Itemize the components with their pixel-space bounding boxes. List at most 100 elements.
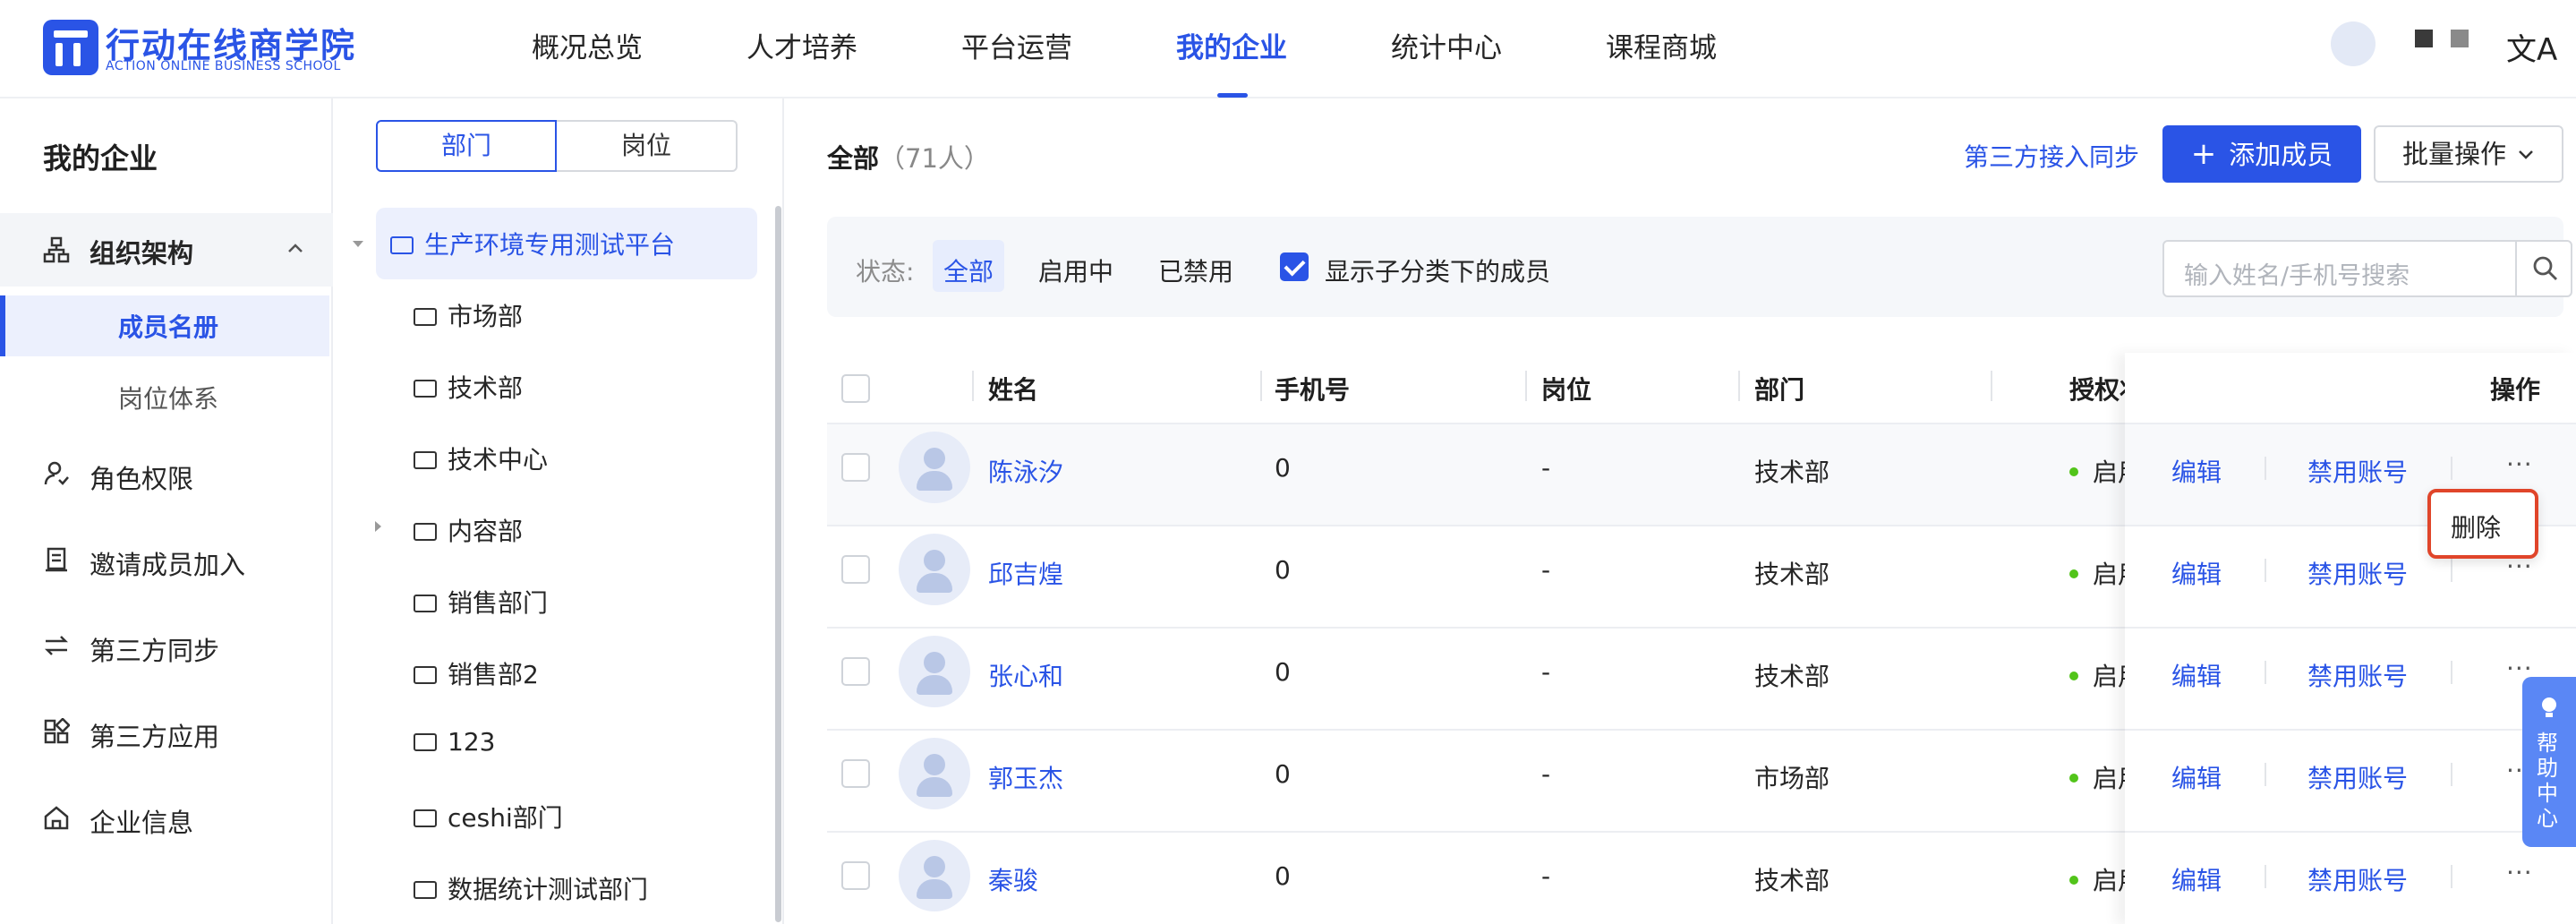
row-checkbox[interactable]	[841, 555, 870, 584]
tree-node[interactable]: 市场部	[414, 297, 523, 333]
top-header: 行动在线商学院 ACTION ONLINE BUSINESS SCHOOL 概况…	[0, 0, 2576, 98]
status-filter-label: 状态:	[856, 257, 915, 287]
tree-node[interactable]: 数据统计测试部门	[414, 870, 648, 906]
nav-overview[interactable]: 概况总览	[532, 25, 643, 65]
user-avatar[interactable]	[2331, 21, 2376, 66]
more-actions-button[interactable]: ···	[2506, 449, 2533, 479]
translate-icon[interactable]: 文A	[2506, 25, 2557, 69]
delete-menu-popup[interactable]: 删除	[2427, 489, 2538, 559]
row-checkbox[interactable]	[841, 861, 870, 890]
edit-button[interactable]: 编辑	[2171, 555, 2222, 591]
main-panel: 全部（71人） 第三方接入同步 + 添加成员 批量操作 状态: 全部 启用中 已禁…	[786, 98, 2576, 924]
tree-root-node[interactable]: 生产环境专用测试平台	[376, 208, 757, 279]
tree-node[interactable]: ceshi部门	[414, 799, 563, 834]
column-divider	[972, 371, 974, 401]
member-dept: 技术部	[1754, 662, 1830, 691]
sidebar-item-third-sync[interactable]: 第三方同步	[90, 630, 219, 668]
row-checkbox[interactable]	[841, 453, 870, 482]
batch-operation-button[interactable]: 批量操作	[2374, 125, 2563, 183]
member-name[interactable]: 陈泳汐	[988, 453, 1063, 489]
folder-icon	[414, 666, 437, 684]
sidebar-item-enterprise-info[interactable]: 企业信息	[90, 802, 193, 840]
page-title-text: 全部	[827, 143, 880, 174]
nav-operations[interactable]: 平台运营	[961, 25, 1072, 65]
nav-course-mall[interactable]: 课程商城	[1606, 25, 1717, 65]
logo-icon[interactable]	[43, 20, 98, 75]
select-all-checkbox[interactable]	[841, 374, 870, 403]
help-center-button[interactable]: 帮助中心	[2522, 677, 2576, 847]
member-name[interactable]: 张心和	[988, 657, 1063, 693]
folder-icon	[414, 881, 437, 899]
tree-node[interactable]: 销售部门	[414, 584, 548, 620]
sidebar-group-org[interactable]: 组织架构	[0, 213, 333, 287]
disable-account-button[interactable]: 禁用账号	[2307, 555, 2408, 591]
action-divider	[2265, 559, 2266, 582]
folder-icon	[414, 308, 437, 326]
member-name[interactable]: 郭玉杰	[988, 759, 1063, 795]
member-post: -	[1541, 759, 1551, 789]
edit-button[interactable]: 编辑	[2171, 657, 2222, 693]
add-member-button[interactable]: + 添加成员	[2162, 125, 2361, 183]
status-option-enabled[interactable]: 启用中	[1038, 252, 1113, 288]
folder-icon	[414, 451, 437, 469]
row-checkbox[interactable]	[841, 657, 870, 686]
tree-node-label: 数据统计测试部门	[448, 875, 649, 904]
search-placeholder: 输入姓名/手机号搜索	[2184, 262, 2410, 290]
org-structure-icon	[43, 236, 70, 263]
tab-department[interactable]: 部门	[376, 120, 557, 172]
user-role-icon	[44, 461, 69, 485]
edit-button[interactable]: 编辑	[2171, 453, 2222, 489]
sidebar-item-member-roster[interactable]: 成员名册	[118, 308, 218, 344]
show-children-checkbox[interactable]	[1280, 252, 1309, 281]
tab-post[interactable]: 岗位	[557, 120, 738, 172]
member-dept: 技术部	[1754, 560, 1830, 589]
delete-menu-item[interactable]: 删除	[2451, 509, 2501, 544]
sidebar-item-post-system[interactable]: 岗位体系	[118, 380, 218, 415]
disable-account-button[interactable]: 禁用账号	[2307, 861, 2408, 897]
edit-button[interactable]: 编辑	[2171, 861, 2222, 897]
more-actions-button[interactable]: ···	[2506, 858, 2533, 887]
tree-node[interactable]: 销售部2	[414, 655, 539, 691]
action-divider	[2265, 865, 2266, 888]
status-dot	[2069, 569, 2078, 578]
disable-account-button[interactable]: 禁用账号	[2307, 657, 2408, 693]
tree-node-label: 技术部	[448, 373, 524, 403]
sidebar-item-third-apps[interactable]: 第三方应用	[90, 716, 219, 754]
member-avatar	[899, 636, 970, 707]
nav-talent[interactable]: 人才培养	[746, 25, 857, 65]
status-option-disabled[interactable]: 已禁用	[1158, 252, 1233, 288]
member-name[interactable]: 邱吉煌	[988, 555, 1063, 591]
tree-node[interactable]: 技术部	[414, 369, 523, 405]
sidebar-item-invite[interactable]: 邀请成员加入	[90, 544, 245, 582]
member-name[interactable]: 秦骏	[988, 861, 1038, 897]
sidebar-item-roles[interactable]: 角色权限	[90, 458, 193, 496]
disable-account-button[interactable]: 禁用账号	[2307, 759, 2408, 795]
edit-button[interactable]: 编辑	[2171, 759, 2222, 795]
status-dot	[2069, 876, 2078, 885]
third-party-sync-link[interactable]: 第三方接入同步	[1964, 138, 2139, 174]
chevron-up-icon[interactable]	[285, 238, 306, 260]
tree-scrollbar[interactable]	[775, 206, 781, 922]
tree-node[interactable]: 内容部	[414, 512, 523, 548]
caret-right-icon[interactable]	[371, 519, 385, 534]
action-divider	[2265, 661, 2266, 684]
row-checkbox[interactable]	[841, 759, 870, 788]
search-input[interactable]: 输入姓名/手机号搜索	[2162, 240, 2517, 297]
sidebar: 我的企业 组织架构 成员名册 岗位体系 角色权限 邀请成员加入 第三方同步 第三…	[0, 98, 333, 924]
member-avatar	[899, 738, 970, 809]
sidebar-title: 我的企业	[43, 141, 158, 175]
nav-my-enterprise[interactable]: 我的企业	[1176, 25, 1287, 65]
column-divider	[1738, 371, 1740, 401]
tree-node[interactable]: 123	[414, 727, 495, 757]
status-option-all[interactable]: 全部	[943, 252, 994, 288]
nav-statistics[interactable]: 统计中心	[1391, 25, 1502, 65]
search-button[interactable]	[2515, 240, 2572, 297]
caret-down-icon[interactable]	[351, 236, 365, 251]
invite-icon	[46, 547, 67, 572]
member-post: -	[1541, 453, 1551, 483]
tree-node[interactable]: 技术中心	[414, 441, 548, 476]
disable-account-button[interactable]: 禁用账号	[2307, 453, 2408, 489]
member-post: -	[1541, 657, 1551, 687]
member-dept: 技术部	[1754, 866, 1830, 895]
column-divider	[1260, 371, 1262, 401]
